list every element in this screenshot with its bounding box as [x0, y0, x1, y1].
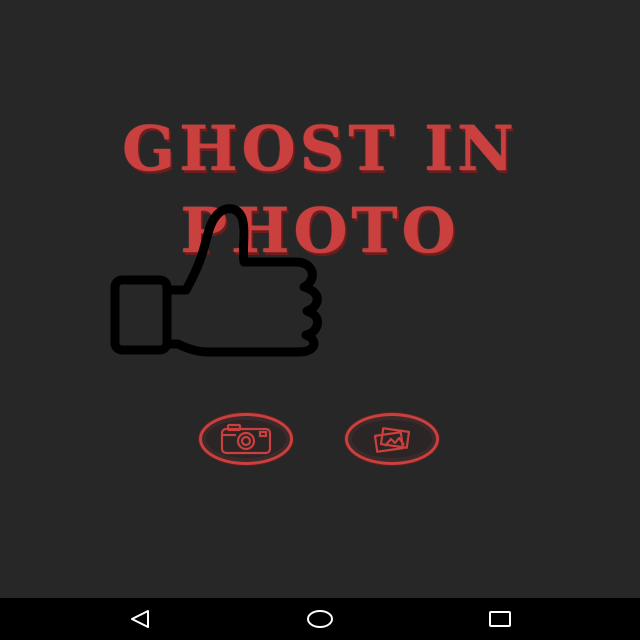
home-circle-icon	[307, 610, 333, 628]
app-title-line-1: GHOST IN	[122, 112, 518, 185]
gallery-icon	[373, 427, 411, 453]
gallery-button[interactable]	[345, 413, 439, 465]
system-nav-bar	[0, 598, 640, 640]
main-content: GHOST IN PHOTO	[0, 0, 640, 598]
back-button[interactable]	[100, 598, 180, 640]
home-button[interactable]	[280, 598, 360, 640]
app-screen: GHOST IN PHOTO	[0, 0, 640, 640]
recents-button[interactable]	[460, 598, 540, 640]
back-triangle-icon	[131, 610, 149, 628]
camera-button[interactable]	[199, 413, 293, 465]
camera-icon	[220, 423, 272, 455]
thumbs-up-icon	[110, 204, 323, 357]
recents-square-icon	[489, 611, 511, 627]
